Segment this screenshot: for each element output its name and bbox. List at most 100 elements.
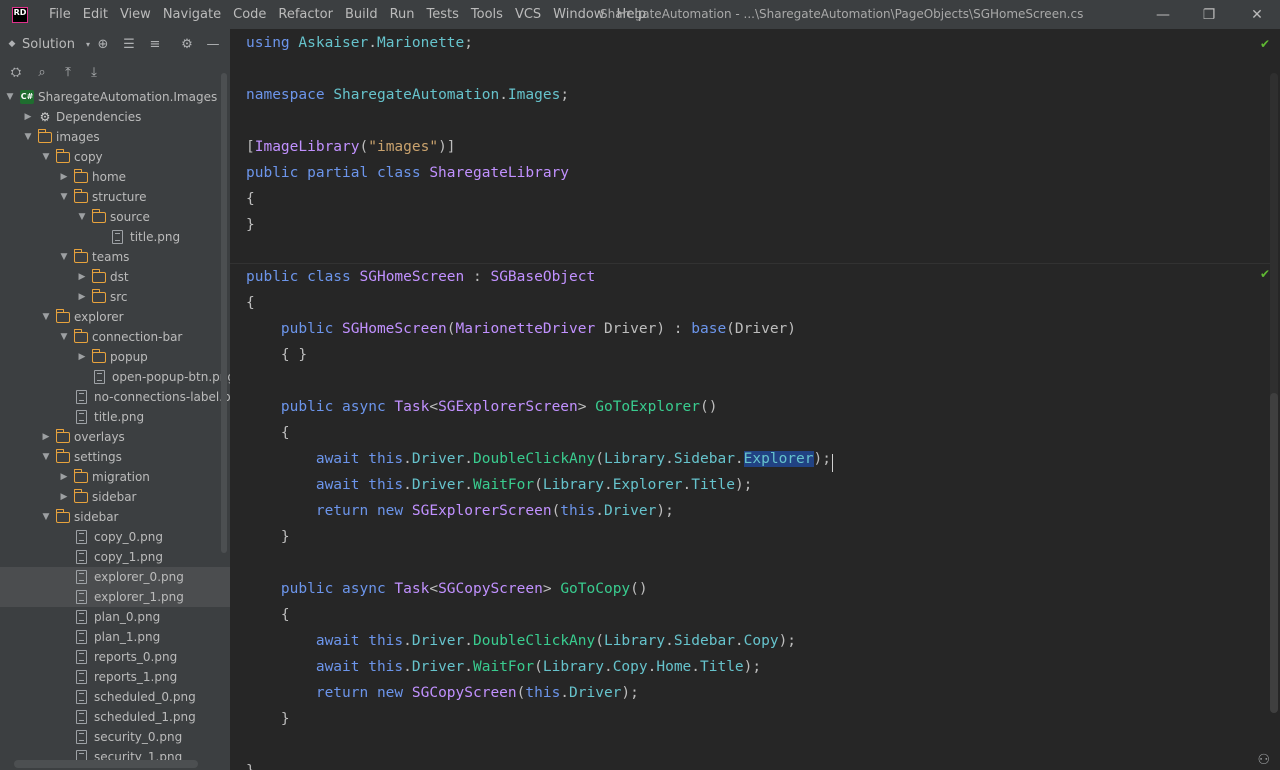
tree-file-item[interactable]: reports_0.png <box>0 647 230 667</box>
menu-navigate[interactable]: Navigate <box>157 0 227 29</box>
code-line[interactable]: } <box>246 758 255 770</box>
restore-button[interactable]: ❐ <box>1186 0 1232 29</box>
chevron-right-icon[interactable]: ▶ <box>76 347 88 367</box>
dropdown-chevron-icon[interactable]: ▾ <box>83 34 93 54</box>
tree-folder-item[interactable]: ▼ images <box>0 127 230 147</box>
chevron-right-icon[interactable]: ▶ <box>76 287 88 307</box>
chevron-right-icon[interactable]: ▶ <box>22 107 34 127</box>
tree-folder-item[interactable]: ▶ migration <box>0 467 230 487</box>
inspection-icon[interactable]: ⚇ <box>1257 752 1270 768</box>
code-line[interactable]: return new SGExplorerScreen(this.Driver)… <box>246 498 674 524</box>
scroll-to-source-icon[interactable]: ⤓ <box>84 62 104 82</box>
tree-folder-item[interactable]: ▼ explorer <box>0 307 230 327</box>
tree-folder-item[interactable]: ▶ ⚙ Dependencies <box>0 107 230 127</box>
editor-scrollbar-thumb[interactable] <box>1270 393 1278 713</box>
tree-file-item[interactable]: copy_0.png <box>0 527 230 547</box>
sidebar-scrollbar[interactable] <box>218 73 230 573</box>
menu-vcs[interactable]: VCS <box>509 0 547 29</box>
code-editor[interactable]: using Askaiser.Marionette; namespace Shar… <box>230 29 1280 770</box>
minimize-button[interactable]: — <box>1140 0 1186 29</box>
tree-file-item[interactable]: plan_1.png <box>0 627 230 647</box>
tree-folder-item[interactable]: ▼ copy <box>0 147 230 167</box>
chevron-down-icon[interactable]: ▼ <box>58 187 70 207</box>
chevron-down-icon[interactable]: ▼ <box>76 207 88 227</box>
sidebar-horizontal-scrollbar[interactable] <box>14 760 198 768</box>
tree-folder-item[interactable]: ▼ C# SharegateAutomation.Images <box>0 87 230 107</box>
code-line[interactable]: public SGHomeScreen(MarionetteDriver Dri… <box>246 316 796 342</box>
tree-file-item[interactable]: plan_0.png <box>0 607 230 627</box>
menu-edit[interactable]: Edit <box>77 0 114 29</box>
editor-scrollbar[interactable] <box>1270 73 1278 713</box>
code-line[interactable]: [ImageLibrary("images")] <box>246 134 456 160</box>
collapse-all-icon[interactable]: ≡ <box>145 34 165 54</box>
menu-build[interactable]: Build <box>339 0 384 29</box>
menu-refactor[interactable]: Refactor <box>272 0 339 29</box>
chevron-down-icon[interactable]: ▼ <box>58 327 70 347</box>
menu-run[interactable]: Run <box>384 0 421 29</box>
tree-file-item[interactable]: title.png <box>0 227 230 247</box>
chevron-right-icon[interactable]: ▶ <box>40 427 52 447</box>
code-line[interactable]: } <box>246 212 255 238</box>
code-line[interactable]: public class SGHomeScreen : SGBaseObject <box>246 264 595 290</box>
tree-file-item[interactable]: reports_1.png <box>0 667 230 687</box>
menu-tests[interactable]: Tests <box>421 0 465 29</box>
tree-folder-item[interactable]: ▼ connection-bar <box>0 327 230 347</box>
show-files-icon[interactable]: ⛭ <box>6 62 26 82</box>
tree-folder-item[interactable]: ▼ settings <box>0 447 230 467</box>
code-line[interactable]: namespace SharegateAutomation.Images; <box>246 82 569 108</box>
tree-folder-item[interactable]: ▶ popup <box>0 347 230 367</box>
tree-folder-item[interactable]: ▶ home <box>0 167 230 187</box>
tree-folder-item[interactable]: ▼ teams <box>0 247 230 267</box>
chevron-right-icon[interactable]: ▶ <box>76 267 88 287</box>
code-line[interactable]: { <box>246 186 255 212</box>
chevron-down-icon[interactable]: ▼ <box>40 507 52 527</box>
tree-folder-item[interactable]: ▶ sidebar <box>0 487 230 507</box>
tree-folder-item[interactable]: ▼ sidebar <box>0 507 230 527</box>
locate-icon[interactable]: ⊕ <box>93 34 113 54</box>
code-line[interactable]: await this.Driver.WaitFor(Library.Explor… <box>246 472 753 498</box>
code-line[interactable]: { <box>246 420 290 446</box>
chevron-down-icon[interactable]: ▼ <box>40 447 52 467</box>
chevron-right-icon[interactable]: ▶ <box>58 167 70 187</box>
tree-file-item[interactable]: scheduled_0.png <box>0 687 230 707</box>
code-line[interactable]: await this.Driver.DoubleClickAny(Library… <box>246 446 831 472</box>
tree-folder-item[interactable]: ▼ structure <box>0 187 230 207</box>
tree-file-item[interactable]: security_0.png <box>0 727 230 747</box>
code-line[interactable]: { } <box>246 342 307 368</box>
close-button[interactable]: ✕ <box>1234 0 1280 29</box>
search-icon[interactable]: ⌕ <box>32 62 52 82</box>
code-line[interactable]: public async Task<SGCopyScreen> GoToCopy… <box>246 576 648 602</box>
tree-file-item[interactable]: explorer_0.png <box>0 567 230 587</box>
code-line[interactable]: await this.Driver.WaitFor(Library.Copy.H… <box>246 654 761 680</box>
menu-file[interactable]: File <box>43 0 77 29</box>
code-line[interactable]: } <box>246 706 290 732</box>
menu-tools[interactable]: Tools <box>465 0 509 29</box>
tree-file-item[interactable]: no-connections-label.png <box>0 387 230 407</box>
hide-icon[interactable]: — <box>203 34 223 54</box>
tree-folder-item[interactable]: ▶ src <box>0 287 230 307</box>
code-line[interactable]: public partial class SharegateLibrary <box>246 160 569 186</box>
tree-folder-item[interactable]: ▼ source <box>0 207 230 227</box>
menu-view[interactable]: View <box>114 0 157 29</box>
tree-file-item[interactable]: explorer_1.png <box>0 587 230 607</box>
chevron-down-icon[interactable]: ▼ <box>58 247 70 267</box>
code-line[interactable]: } <box>246 524 290 550</box>
chevron-down-icon[interactable]: ▼ <box>22 127 34 147</box>
tree-file-item[interactable]: scheduled_1.png <box>0 707 230 727</box>
menu-code[interactable]: Code <box>227 0 272 29</box>
tree-folder-item[interactable]: ▶ dst <box>0 267 230 287</box>
tree-file-item[interactable]: title.png <box>0 407 230 427</box>
code-line[interactable]: await this.Driver.DoubleClickAny(Library… <box>246 628 796 654</box>
code-line[interactable]: { <box>246 290 255 316</box>
code-line[interactable]: using Askaiser.Marionette; <box>246 30 473 56</box>
tree-folder-item[interactable]: ▶ overlays <box>0 427 230 447</box>
chevron-right-icon[interactable]: ▶ <box>58 487 70 507</box>
chevron-down-icon[interactable]: ▼ <box>4 87 16 107</box>
code-line[interactable]: { <box>246 602 290 628</box>
tree-file-item[interactable]: open-popup-btn.png <box>0 367 230 387</box>
code-line[interactable]: return new SGCopyScreen(this.Driver); <box>246 680 639 706</box>
code-line[interactable]: public async Task<SGExplorerScreen> GoTo… <box>246 394 718 420</box>
chevron-down-icon[interactable]: ▼ <box>40 147 52 167</box>
expand-all-icon[interactable]: ☰ <box>119 34 139 54</box>
chevron-down-icon[interactable]: ▼ <box>40 307 52 327</box>
